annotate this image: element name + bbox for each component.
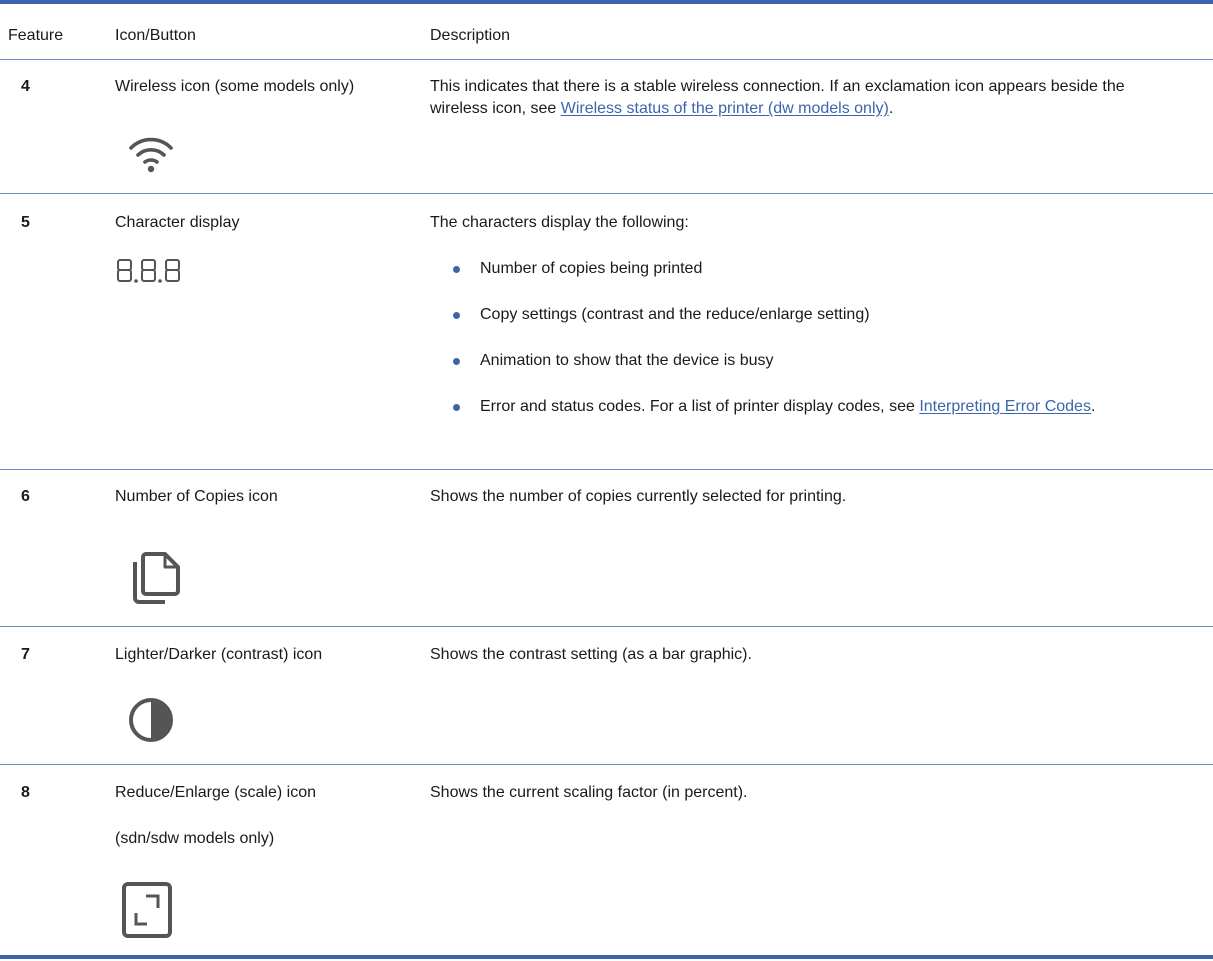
row-5-name: Character display [115, 214, 240, 231]
bullet-dot [453, 312, 460, 319]
row-6-feature: 6 [21, 488, 30, 505]
row-divider [0, 626, 1213, 627]
row-6-name: Number of Copies icon [115, 488, 278, 505]
table-bottom-rule [0, 955, 1213, 959]
header-divider [0, 59, 1213, 60]
wireless-status-link[interactable]: Wireless status of the printer (dw model… [561, 100, 889, 117]
row-4-feature: 4 [21, 78, 30, 95]
bullet-item: Number of copies being printed [480, 260, 703, 277]
row-5-feature: 5 [21, 214, 30, 231]
bullet-dot [453, 404, 460, 411]
row-divider [0, 193, 1213, 194]
seven-segment-display-icon [117, 259, 180, 283]
row-divider [0, 764, 1213, 765]
header-icon-button: Icon/Button [115, 27, 196, 44]
wifi-icon [129, 137, 173, 173]
feature-table: Feature Icon/Button Description 4 Wirele… [0, 0, 1213, 961]
row-4-name: Wireless icon (some models only) [115, 78, 355, 95]
contrast-icon [129, 698, 173, 742]
row-7-description: Shows the contrast setting (as a bar gra… [430, 646, 752, 663]
bullet-dot [453, 358, 460, 365]
row-7-name: Lighter/Darker (contrast) icon [115, 646, 323, 663]
row-5-description-intro: The characters display the following: [430, 214, 689, 231]
interpreting-error-codes-link[interactable]: Interpreting Error Codes [919, 398, 1091, 415]
bullet-item: Copy settings (contrast and the reduce/e… [480, 306, 870, 323]
bullet-item: Animation to show that the device is bus… [480, 352, 774, 369]
bullet-item: Error and status codes. For a list of pr… [480, 398, 1096, 415]
row-4-description: This indicates that there is a stable wi… [430, 78, 1125, 117]
table-top-rule [0, 0, 1213, 4]
row-6-description: Shows the number of copies currently sel… [430, 488, 847, 505]
header-feature: Feature [8, 27, 64, 44]
bullet-dot [453, 266, 460, 273]
copies-icon [133, 552, 180, 604]
row-8-name-note: (sdn/sdw models only) [115, 830, 275, 847]
header-description: Description [430, 27, 511, 44]
row-8-feature: 8 [21, 784, 30, 801]
row-8-description: Shows the current scaling factor (in per… [430, 784, 748, 801]
row-7-feature: 7 [21, 646, 30, 663]
scale-icon [122, 882, 172, 938]
row-divider [0, 469, 1213, 470]
row-8-name: Reduce/Enlarge (scale) icon [115, 784, 316, 801]
